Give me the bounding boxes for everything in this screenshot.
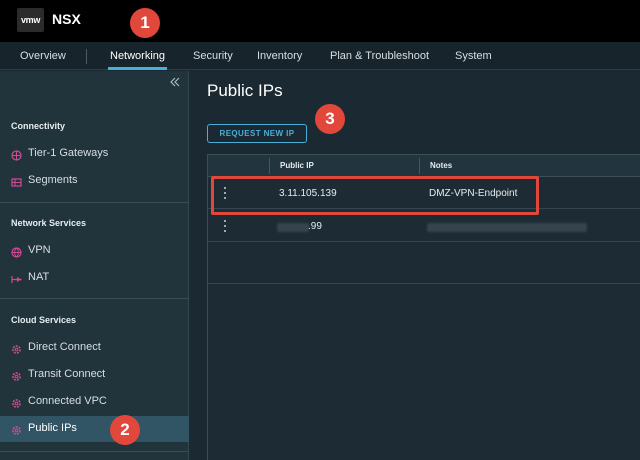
- tab-overview[interactable]: Overview: [20, 42, 66, 70]
- sidebar-item-label: VPN: [28, 244, 51, 256]
- sidebar-item-tier1-gateways[interactable]: Tier-1 Gateways: [0, 141, 189, 167]
- sidebar-heading-network-services: Network Services: [11, 218, 87, 228]
- annotation-badge-1: 1: [130, 8, 160, 38]
- gear-icon: [11, 396, 22, 408]
- cell-public-ip: .99: [308, 221, 322, 232]
- column-header-notes[interactable]: Notes: [430, 161, 452, 170]
- nav-divider: [86, 49, 87, 64]
- sidebar-item-label: NAT: [28, 271, 50, 283]
- sidebar-heading-connectivity: Connectivity: [11, 121, 66, 131]
- sidebar-item-transit-connect[interactable]: Transit Connect: [0, 362, 189, 388]
- tab-system[interactable]: System: [455, 42, 492, 70]
- request-new-ip-button[interactable]: REQUEST NEW IP: [207, 124, 307, 143]
- annotation-badge-3: 3: [315, 104, 345, 134]
- sidebar-heading-cloud-services: Cloud Services: [11, 315, 77, 325]
- sidebar-item-connected-vpc[interactable]: Connected VPC: [0, 389, 189, 415]
- sidebar-item-label: Segments: [28, 174, 78, 186]
- sidebar-item-nat[interactable]: NAT: [0, 265, 189, 291]
- column-separator: [269, 158, 270, 174]
- redacted-ip-prefix: [277, 223, 309, 232]
- top-header: vmw NSX: [0, 0, 640, 42]
- column-header-public-ip[interactable]: Public IP: [280, 161, 314, 170]
- sidebar-divider: [0, 298, 189, 299]
- sidebar-item-segments[interactable]: Segments: [0, 168, 189, 194]
- tab-plan-troubleshoot[interactable]: Plan & Troubleshoot: [330, 42, 429, 70]
- vpn-icon: [11, 245, 22, 258]
- nat-icon: [11, 272, 22, 283]
- redacted-notes: [427, 223, 587, 232]
- app-name: NSX: [52, 11, 81, 27]
- sidebar: Connectivity Tier-1 Gateways Segments Ne…: [0, 71, 189, 460]
- sidebar-item-label: Direct Connect: [28, 341, 101, 353]
- sidebar-item-vpn[interactable]: VPN: [0, 238, 189, 264]
- main-content: Public IPs REQUEST NEW IP Public IP Note…: [190, 71, 640, 460]
- sidebar-item-public-ips[interactable]: Public IPs: [0, 416, 189, 442]
- gateway-icon: [11, 148, 22, 161]
- sidebar-item-label: Connected VPC: [28, 395, 107, 407]
- sidebar-item-label: Public IPs: [28, 422, 77, 434]
- page-title: Public IPs: [207, 81, 283, 100]
- column-separator: [419, 158, 420, 174]
- main-nav: Overview Networking Security Inventory P…: [0, 42, 640, 70]
- table-row[interactable]: .99: [207, 212, 640, 242]
- sidebar-divider: [0, 202, 189, 203]
- annotation-badge-2: 2: [110, 415, 140, 445]
- sidebar-item-label: Tier-1 Gateways: [28, 147, 109, 159]
- sidebar-item-direct-connect[interactable]: Direct Connect: [0, 335, 189, 361]
- row-actions-kebab-icon[interactable]: [222, 220, 228, 234]
- tab-networking[interactable]: Networking: [107, 42, 168, 70]
- gear-icon: [11, 369, 22, 381]
- segments-icon: [11, 175, 22, 187]
- table-header: Public IP Notes: [208, 155, 640, 177]
- double-chevron-left-icon[interactable]: [168, 75, 182, 89]
- tab-inventory[interactable]: Inventory: [257, 42, 302, 70]
- table-row[interactable]: [208, 254, 640, 284]
- sidebar-item-label: Transit Connect: [28, 368, 106, 380]
- tab-security[interactable]: Security: [193, 42, 233, 70]
- gear-icon: [11, 423, 22, 435]
- gear-icon: [11, 342, 22, 354]
- sidebar-divider: [0, 451, 189, 452]
- vmware-logo: vmw: [17, 8, 44, 32]
- highlight-box: [211, 176, 539, 215]
